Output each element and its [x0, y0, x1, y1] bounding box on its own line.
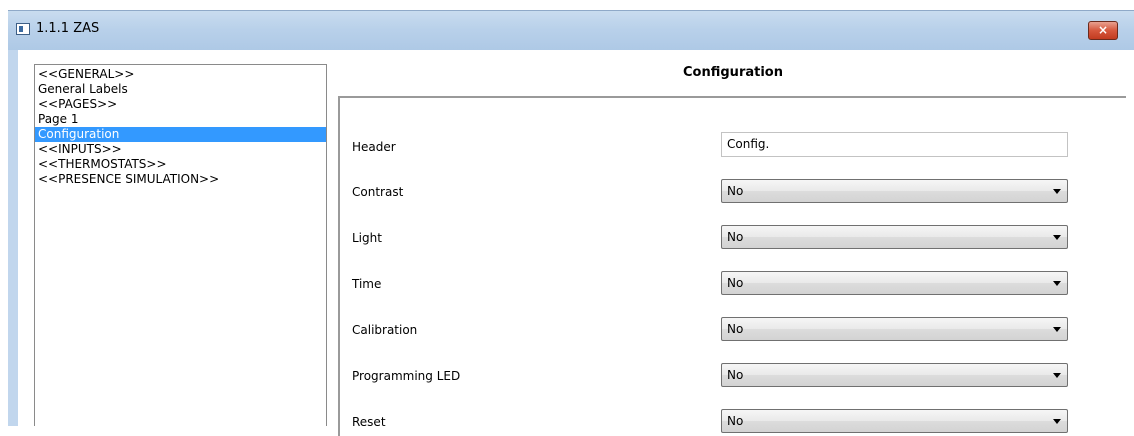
time-select[interactable]: No	[721, 271, 1068, 295]
time-value: No	[727, 276, 744, 290]
sidebar-item-page-1[interactable]: Page 1	[35, 112, 326, 127]
sidebar-item-pages[interactable]: <<PAGES>>	[35, 97, 326, 112]
sidebar-item-inputs[interactable]: <<INPUTS>>	[35, 142, 326, 157]
reset-select[interactable]: No	[721, 409, 1068, 433]
chevron-down-icon	[1053, 189, 1061, 194]
chevron-down-icon	[1053, 373, 1061, 378]
calibration-label: Calibration	[352, 323, 418, 337]
light-value: No	[727, 230, 744, 244]
chevron-down-icon	[1053, 327, 1061, 332]
calibration-select[interactable]: No	[721, 317, 1068, 341]
programming-led-select[interactable]: No	[721, 363, 1068, 387]
window-frame	[8, 50, 18, 426]
sidebar-item-thermostats[interactable]: <<THERMOSTATS>>	[35, 157, 326, 172]
time-label: Time	[352, 277, 382, 291]
chevron-down-icon	[1053, 281, 1061, 286]
close-button[interactable]: ×	[1088, 21, 1118, 40]
header-input[interactable]: Config.	[721, 132, 1068, 157]
window-title: 1.1.1 ZAS	[36, 21, 100, 36]
chevron-down-icon	[1053, 419, 1061, 424]
light-select[interactable]: No	[721, 225, 1068, 249]
calibration-value: No	[727, 322, 744, 336]
programming-led-value: No	[727, 368, 744, 382]
window: 1.1.1 ZAS × <<GENERAL>> General Labels <…	[8, 10, 1134, 436]
sidebar-item-presence-simulation[interactable]: <<PRESENCE SIMULATION>>	[35, 172, 326, 187]
reset-label: Reset	[352, 415, 386, 429]
contrast-select[interactable]: No	[721, 179, 1068, 203]
chevron-down-icon	[1053, 235, 1061, 240]
sidebar-item-general-labels[interactable]: General Labels	[35, 82, 326, 97]
contrast-value: No	[727, 184, 744, 198]
programming-led-label: Programming LED	[352, 369, 461, 383]
parameters-panel: Header Config. Contrast No Light No Time…	[338, 96, 1126, 436]
sidebar-tree[interactable]: <<GENERAL>> General Labels <<PAGES>> Pag…	[34, 64, 327, 426]
app-icon	[16, 23, 30, 35]
title-bar[interactable]: 1.1.1 ZAS ×	[8, 10, 1134, 50]
light-label: Light	[352, 231, 382, 245]
contrast-label: Contrast	[352, 185, 404, 199]
sidebar-item-general[interactable]: <<GENERAL>>	[35, 67, 326, 82]
header-label: Header	[352, 140, 396, 154]
section-title: Configuration	[683, 65, 783, 80]
sidebar-item-configuration[interactable]: Configuration	[35, 127, 326, 142]
